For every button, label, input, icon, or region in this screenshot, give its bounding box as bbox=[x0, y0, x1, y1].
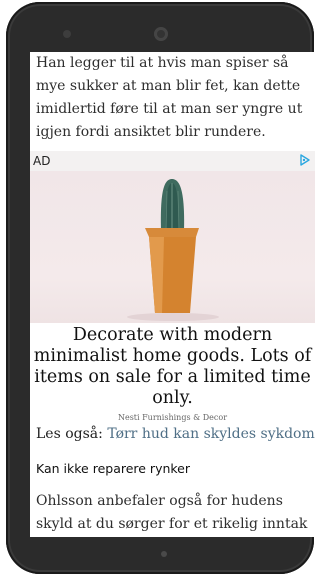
home-button[interactable] bbox=[161, 551, 167, 557]
advertisement[interactable]: AD Decorate with modern minimalist home … bbox=[30, 151, 315, 422]
read-also-link[interactable]: Tørr hud kan skyldes sykdom bbox=[107, 426, 314, 442]
article-subheading: Kan ikke reparere rynker bbox=[36, 461, 191, 476]
article-intro-paragraph: Han legger til at hvis man spiser så mye… bbox=[36, 55, 303, 140]
article-body-paragraph: Ohlsson anbefaler også for hudens skyld … bbox=[36, 493, 308, 532]
front-camera bbox=[154, 27, 168, 41]
sensor-dot bbox=[63, 30, 71, 38]
screen: Han legger til at hvis man spiser så mye… bbox=[30, 52, 315, 537]
ad-image-cactus[interactable] bbox=[30, 171, 315, 323]
read-also: Les også: Tørr hud kan skyldes sykdom bbox=[36, 426, 315, 442]
phone-frame: Han legger til at hvis man spiser så mye… bbox=[6, 2, 315, 574]
read-also-label: Les også: bbox=[36, 426, 103, 442]
cactus-pot-icon bbox=[127, 179, 219, 321]
ad-headline[interactable]: Decorate with modern minimalist home goo… bbox=[32, 325, 313, 409]
ad-header-bar: AD bbox=[30, 151, 315, 171]
ad-sponsor[interactable]: Nesti Furnishings & Decor bbox=[30, 413, 315, 422]
ad-label: AD bbox=[33, 154, 51, 168]
adchoices-icon[interactable] bbox=[299, 154, 311, 166]
